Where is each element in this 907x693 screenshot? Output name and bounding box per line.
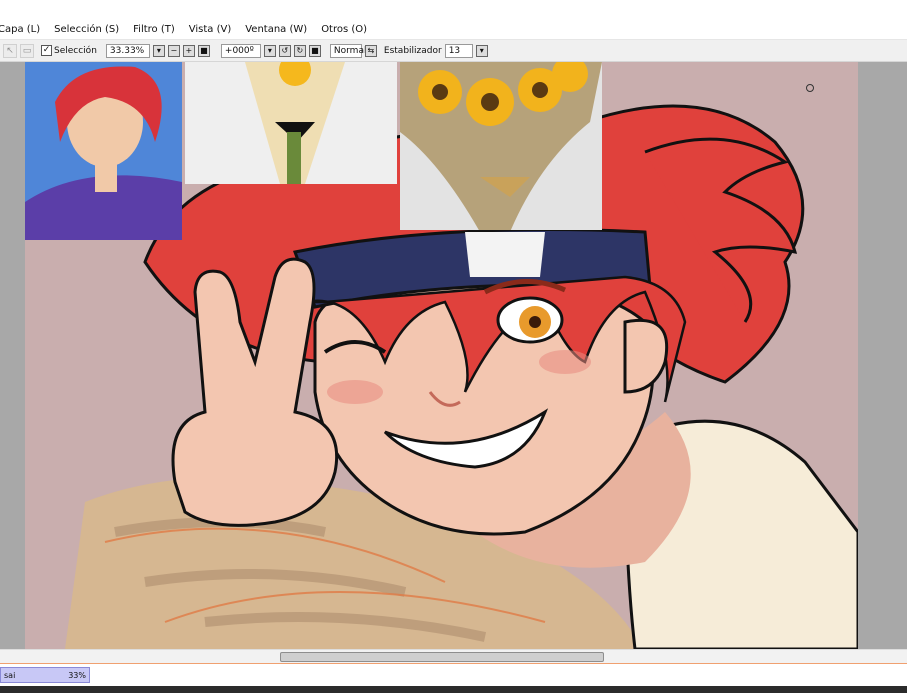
workspace xyxy=(0,62,907,649)
menu-bar: Capa (L) Selección (S) Filtro (T) Vista … xyxy=(0,20,907,40)
scrollbar-thumb[interactable] xyxy=(280,652,604,662)
stabilizer-field[interactable]: 13 xyxy=(444,43,473,58)
reference-image-bouquet-2[interactable] xyxy=(400,62,602,230)
canvas-name: sai xyxy=(4,670,16,680)
menu-otros[interactable]: Otros (O) xyxy=(321,24,367,35)
canvas-tab[interactable]: sai 33% xyxy=(0,667,90,683)
blend-mode-field[interactable]: Normal xyxy=(329,43,366,58)
zoom-out-icon[interactable]: − xyxy=(167,44,180,57)
horizontal-scrollbar[interactable] xyxy=(0,649,907,664)
navigator-row: sai 33% xyxy=(0,663,907,686)
rotate-left-icon[interactable]: ↺ xyxy=(278,44,291,57)
rotation-dropdown-icon[interactable]: ▾ xyxy=(263,44,276,57)
deselect-icon[interactable]: ↖ xyxy=(3,43,17,58)
toolbar: ↖ ▭ ✓ Selección 33.33% ▾ − + ■ +000º ▾ ↺… xyxy=(0,40,907,62)
zoom-reset-icon[interactable]: ■ xyxy=(197,44,210,57)
rotation-field[interactable]: +000º xyxy=(220,43,261,58)
selection-label: Selección xyxy=(54,45,97,56)
rotate-right-icon[interactable]: ↻ xyxy=(293,44,306,57)
flip-icon[interactable]: ⇆ xyxy=(364,44,377,57)
canvas-zoom: 33% xyxy=(68,670,86,680)
title-strip xyxy=(0,0,907,20)
checkbox-icon[interactable]: ✓ xyxy=(41,45,52,56)
drawing-canvas[interactable] xyxy=(25,62,858,649)
menu-vista[interactable]: Vista (V) xyxy=(189,24,231,35)
taskbar xyxy=(0,686,907,693)
invert-selection-icon[interactable]: ▭ xyxy=(20,43,34,58)
stabilizer-label: Estabilizador xyxy=(383,45,442,56)
menu-ventana[interactable]: Ventana (W) xyxy=(245,24,307,35)
menu-seleccion[interactable]: Selección (S) xyxy=(54,24,119,35)
zoom-in-icon[interactable]: + xyxy=(182,44,195,57)
stabilizer-dropdown-icon[interactable]: ▾ xyxy=(475,44,488,57)
menu-capa[interactable]: Capa (L) xyxy=(0,24,40,35)
rotation-reset-icon[interactable]: ■ xyxy=(308,44,321,57)
selection-toggle[interactable]: ✓ Selección xyxy=(41,45,97,56)
menu-filtro[interactable]: Filtro (T) xyxy=(133,24,175,35)
zoom-field[interactable]: 33.33% xyxy=(105,43,150,58)
zoom-dropdown-icon[interactable]: ▾ xyxy=(152,44,165,57)
cursor-icon xyxy=(806,84,814,92)
reference-image-bouquet-1[interactable] xyxy=(185,62,397,184)
reference-image-character[interactable] xyxy=(25,62,182,240)
